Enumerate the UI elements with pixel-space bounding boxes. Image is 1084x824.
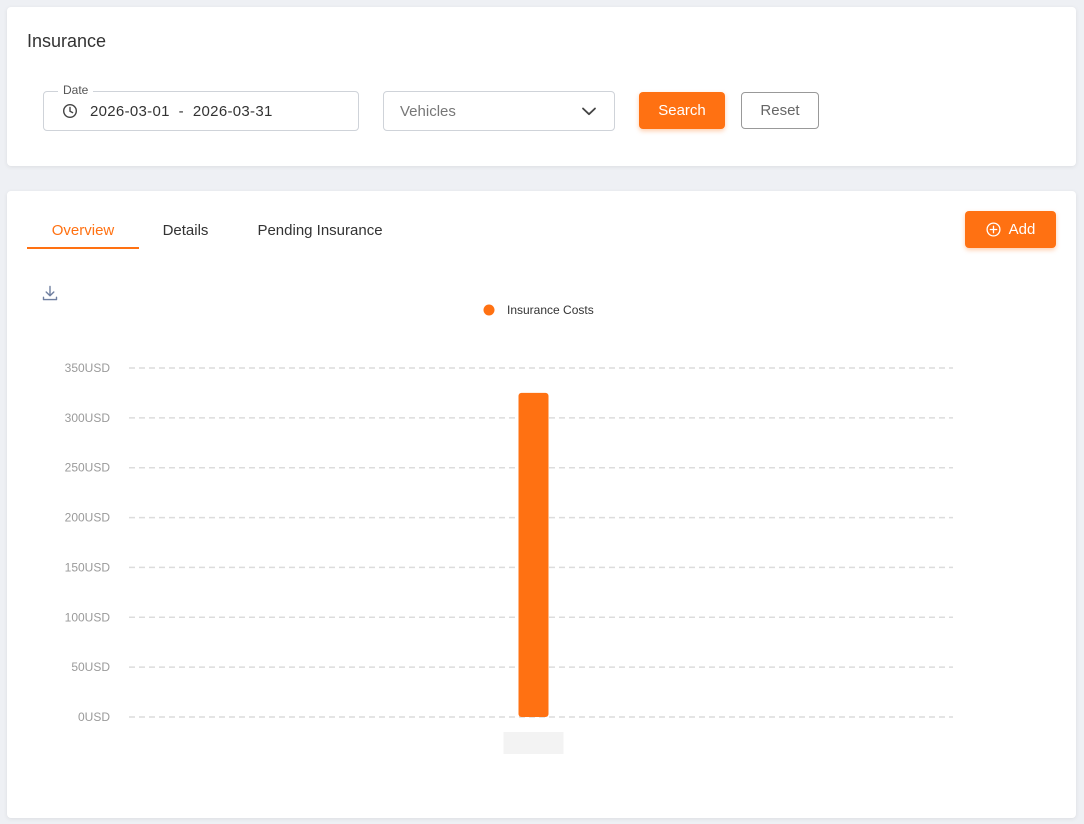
bar — [518, 392, 549, 717]
reset-button[interactable]: Reset — [741, 92, 819, 129]
overview-panel: Overview Details Pending Insurance Add 0… — [7, 191, 1076, 818]
date-range-field[interactable]: Date 2026-03-01 - 2026-03-31 — [43, 83, 359, 131]
page-title: Insurance — [27, 31, 107, 51]
y-tick-label: 100USD — [65, 610, 111, 624]
chevron-down-icon — [580, 102, 598, 120]
legend-marker — [483, 304, 495, 316]
y-tick-label: 200USD — [65, 511, 111, 525]
y-tick-label: 300USD — [65, 411, 111, 425]
y-tick-label: 50USD — [71, 660, 110, 674]
legend-label: Insurance Costs — [507, 303, 594, 317]
date-range-value: 2026-03-01 - 2026-03-31 — [90, 102, 273, 120]
clock-icon — [62, 103, 78, 119]
date-field-label: Date — [58, 83, 94, 97]
vehicles-placeholder: Vehicles — [400, 102, 456, 120]
insurance-costs-chart: 0USD 50USD 100USD 150USD 200USD 250USD 300USD 3… — [65, 303, 953, 754]
filter-panel: Insurance Date 2026-03-01 - 2026-03-31 V… — [7, 7, 1076, 166]
search-button[interactable]: Search — [639, 92, 725, 129]
y-tick-label: 0USD — [78, 710, 110, 724]
vehicles-select[interactable]: Vehicles — [383, 91, 615, 131]
y-tick-label: 150USD — [65, 560, 111, 574]
y-tick-label: 350USD — [65, 361, 111, 375]
x-category-label — [503, 732, 564, 754]
y-tick-label: 250USD — [65, 461, 111, 475]
